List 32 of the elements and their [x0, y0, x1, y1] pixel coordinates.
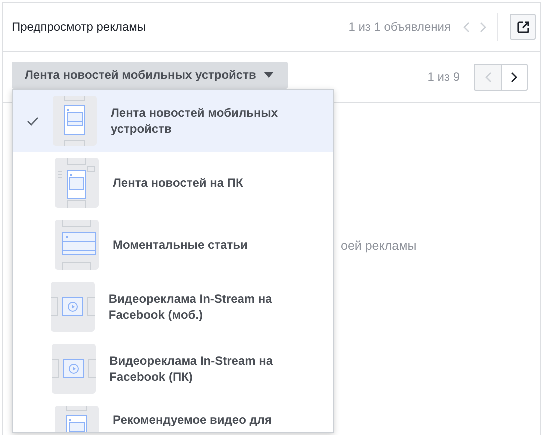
placement-menu-item[interactable]: Лента новостей мобильных устройств: [13, 90, 333, 152]
menu-item-label: Лента новостей на ПК: [113, 175, 244, 191]
placement-dropdown[interactable]: Лента новостей мобильных устройств: [12, 62, 288, 88]
checkmark-icon: [26, 116, 39, 126]
menu-item-label: Моментальные статьи: [113, 237, 248, 253]
menu-item-label: Видеореклама In-Stream на Facebook (ПК): [110, 353, 274, 385]
placement-thumbnail-icon: [55, 158, 99, 208]
caret-down-icon: [264, 72, 274, 78]
placement-thumbnail-icon: [50, 282, 95, 332]
chevron-right-icon[interactable]: [480, 22, 487, 32]
placement-menu-item[interactable]: Лента новостей на ПК: [13, 152, 333, 214]
placement-menu-item[interactable]: Видеореклама In-Stream на Facebook (моб.): [13, 276, 333, 338]
ad-counter: 1 из 1 объявления: [348, 20, 451, 34]
chevron-left-icon[interactable]: [463, 22, 470, 32]
placement-thumbnail-icon: [52, 344, 96, 394]
chevron-left-icon: [484, 72, 492, 82]
placement-counter: 1 из 9: [428, 70, 460, 84]
menu-item-label: Рекомендуемое видео для: [113, 412, 272, 428]
placement-menu-item[interactable]: Моментальные статьи: [13, 214, 333, 276]
chevron-right-icon: [511, 72, 518, 82]
placement-menu-item[interactable]: Рекомендуемое видео для: [13, 400, 333, 432]
placement-menu-item[interactable]: Видеореклама In-Stream на Facebook (ПК): [13, 338, 333, 400]
placement-thumbnail-icon: [55, 220, 99, 270]
panel-title: Предпросмотр рекламы: [12, 20, 148, 34]
open-external-button[interactable]: [510, 14, 536, 40]
previous-button[interactable]: [474, 64, 501, 90]
placement-thumbnail-icon: [52, 96, 97, 146]
external-link-icon: [516, 20, 530, 34]
menu-item-label: Видеореклама In-Stream на Facebook (моб.): [108, 291, 274, 323]
preview-message: оей рекламы: [341, 239, 417, 253]
menu-item-label: Лента новостей мобильных устройств: [110, 105, 280, 137]
next-button[interactable]: [501, 64, 528, 90]
